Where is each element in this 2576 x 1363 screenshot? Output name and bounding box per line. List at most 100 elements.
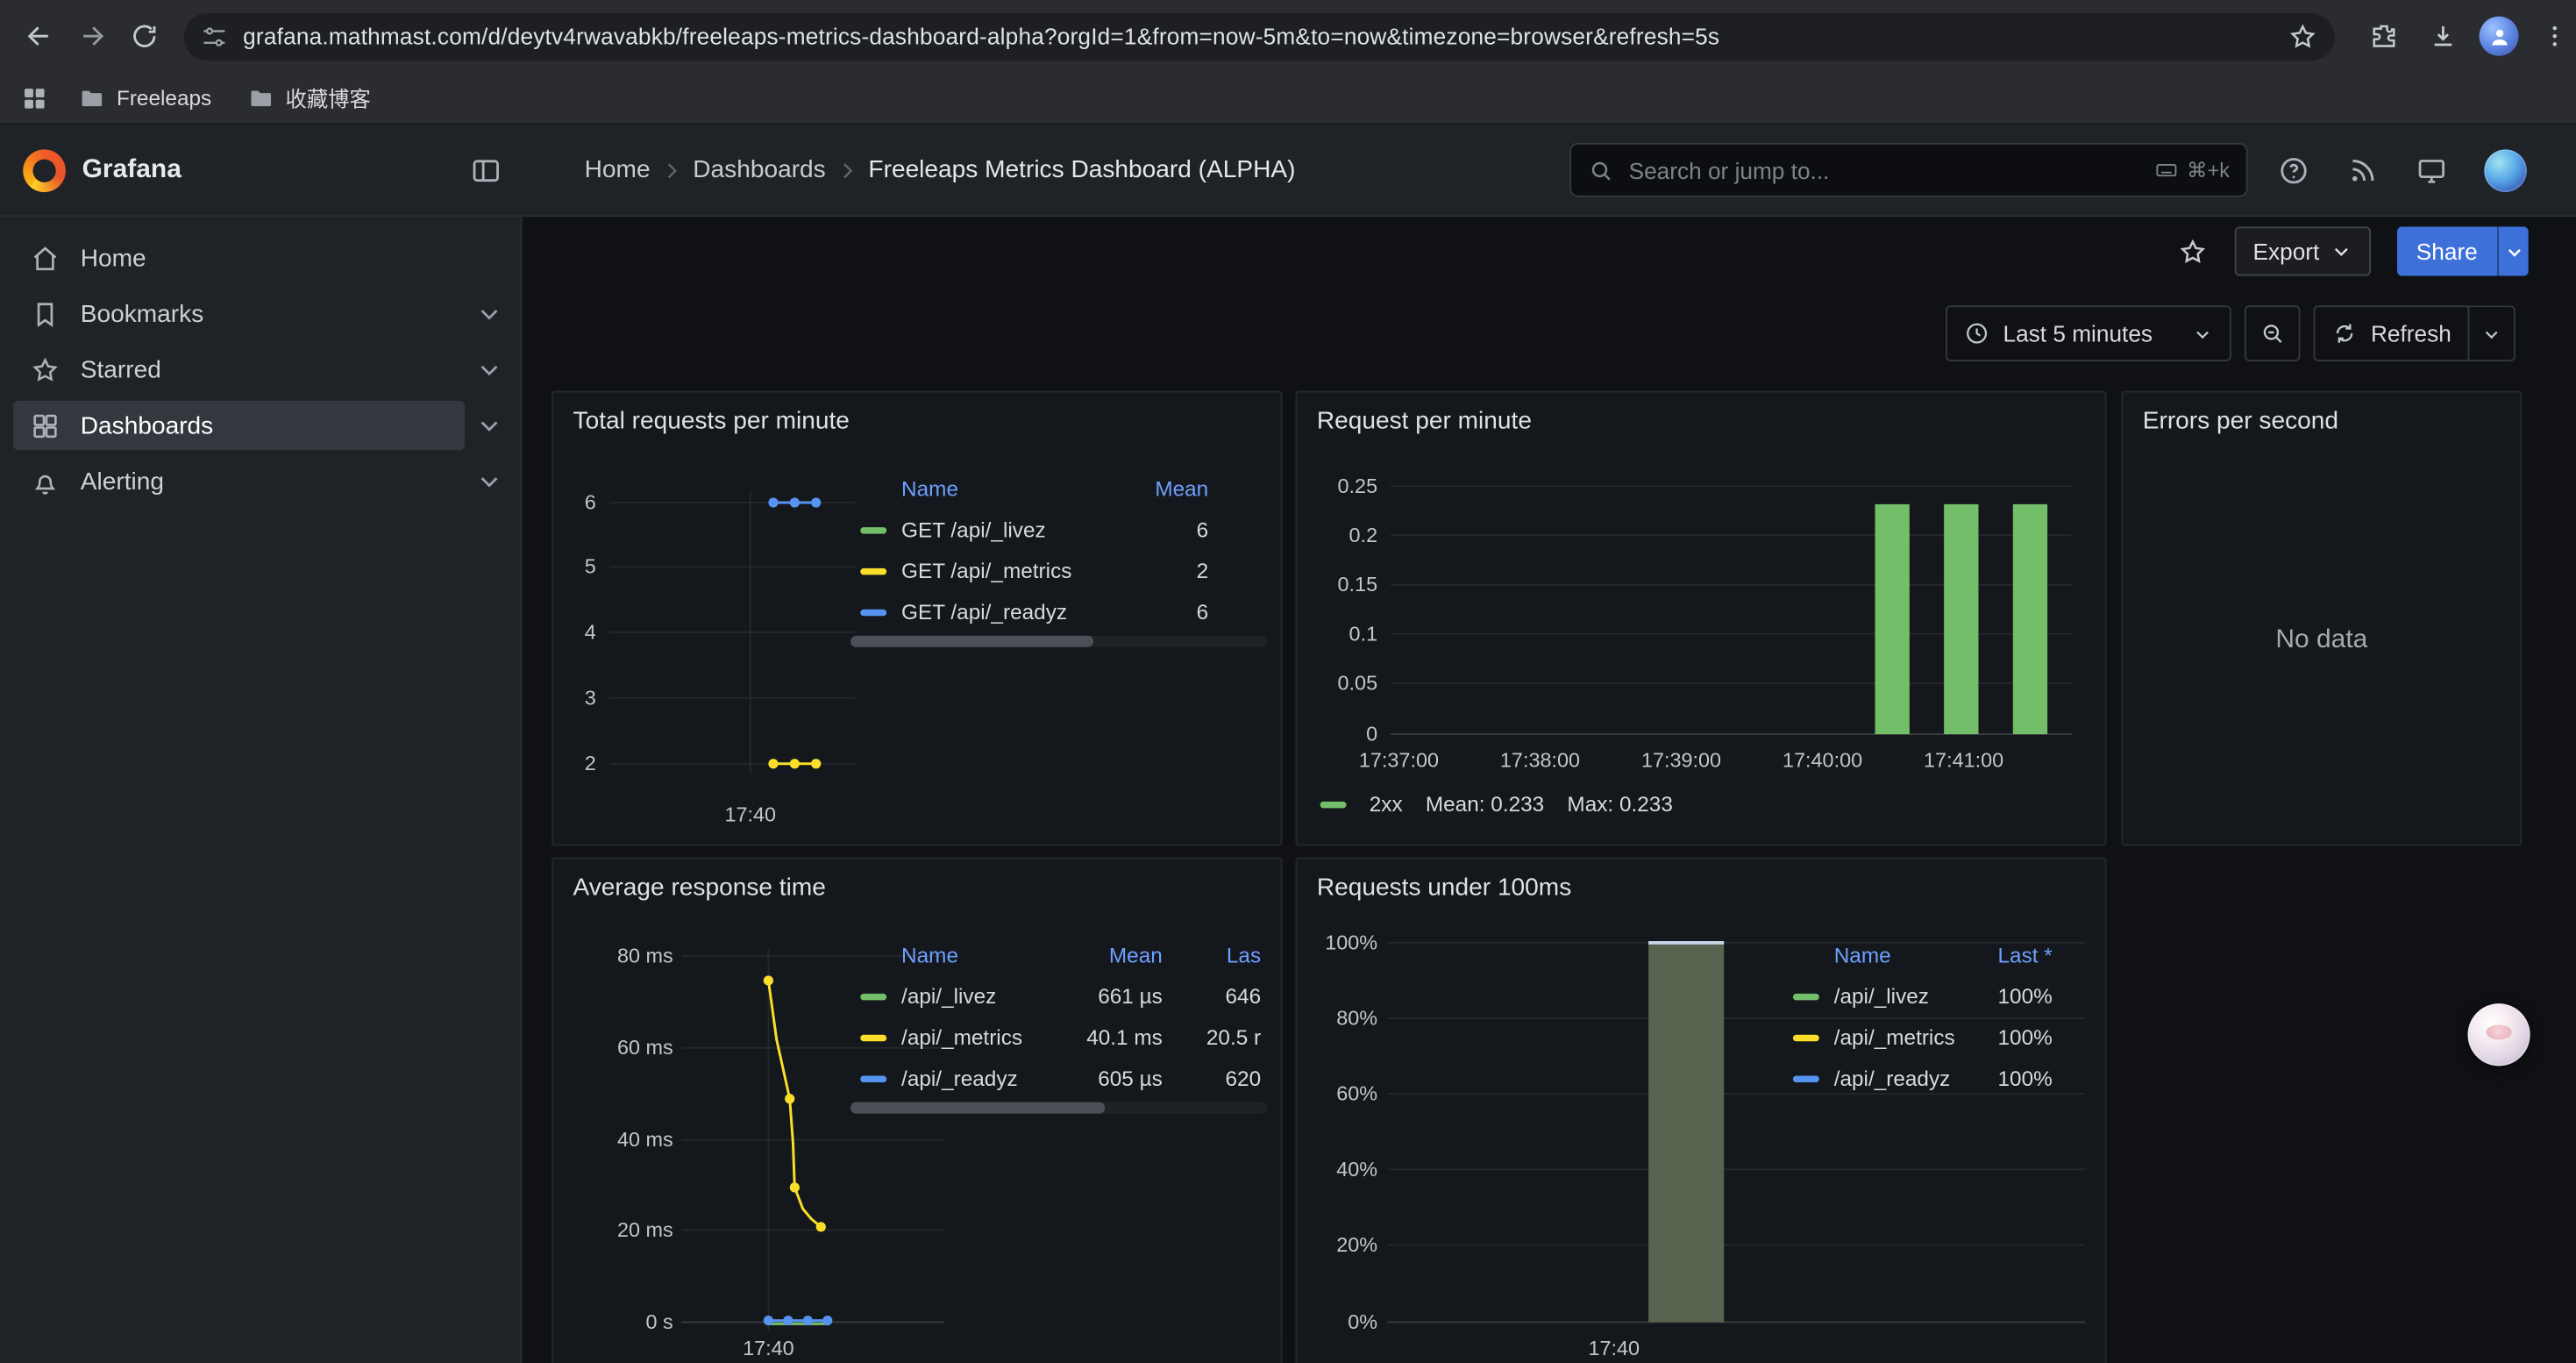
y-tick: 5	[553, 555, 596, 578]
url-text[interactable]: grafana.mathmast.com/d/deytv4rwavabkb/fr…	[243, 23, 2274, 49]
screen: grafana.mathmast.com/d/deytv4rwavabkb/fr…	[0, 0, 2576, 1363]
legend-row[interactable]: /api/_metrics 40.1 ms 20.5 r	[850, 1017, 1268, 1058]
search-shortcut: ⌘+k	[2154, 158, 2230, 182]
search-placeholder: Search or jump to...	[1629, 157, 2154, 183]
series-name[interactable]: /api/_livez	[901, 984, 996, 1009]
panel-legend[interactable]: 2xx Mean: 0.233 Max: 0.233	[1320, 792, 1673, 817]
series-swatch	[1793, 1075, 1819, 1081]
address-bar[interactable]: grafana.mathmast.com/d/deytv4rwavabkb/fr…	[184, 12, 2335, 60]
sidebar-item-alerting[interactable]: Alerting	[0, 453, 521, 510]
legend-row[interactable]: /api/_readyz 605 µs 620	[850, 1058, 1268, 1099]
series-mean: 6	[1110, 517, 1268, 542]
series-swatch	[1793, 993, 1819, 999]
site-info-icon[interactable]	[200, 22, 228, 50]
legend-row[interactable]: /api/_livez 100%	[1783, 975, 2060, 1017]
legend-row[interactable]: GET /api/_readyz 6	[850, 591, 1268, 632]
dashboard-main: Export Share Last 5 minutes	[522, 217, 2576, 1363]
help-icon[interactable]	[2277, 153, 2309, 186]
series-name[interactable]: /api/_livez	[1834, 984, 1929, 1009]
legend-scrollbar[interactable]	[850, 636, 1268, 647]
breadcrumb-dashboards[interactable]: Dashboards	[693, 156, 825, 184]
legend-header-name[interactable]: Name	[850, 475, 1110, 500]
panel-title[interactable]: Request per minute	[1297, 393, 2104, 442]
display-icon[interactable]	[2416, 153, 2448, 186]
y-tick: 0.25	[1297, 475, 1377, 497]
apps-grid-icon[interactable]	[19, 83, 49, 113]
chevron-down-icon[interactable]	[474, 467, 504, 496]
floating-assistant-avatar[interactable]	[2468, 1003, 2530, 1066]
back-button[interactable]	[17, 13, 62, 59]
star-icon	[30, 354, 61, 386]
series-name[interactable]: GET /api/_livez	[901, 517, 1046, 542]
reload-icon	[130, 21, 160, 51]
x-tick: 17:41:00	[1906, 749, 2021, 772]
search-input[interactable]: Search or jump to... ⌘+k	[1569, 143, 2247, 197]
legend-row[interactable]: /api/_readyz 100%	[1783, 1058, 2060, 1099]
rss-icon[interactable]	[2346, 153, 2379, 186]
legend-scrollbar[interactable]	[850, 1103, 1268, 1114]
legend-header-last[interactable]: Las	[1163, 942, 1268, 967]
legend-header-name[interactable]: Name	[1783, 942, 1960, 967]
y-tick: 0.1	[1297, 623, 1377, 646]
series-name[interactable]: /api/_readyz	[901, 1066, 1018, 1090]
sidebar-collapse-icon[interactable]	[470, 153, 502, 186]
sidebar-item-bookmarks[interactable]: Bookmarks	[0, 286, 521, 342]
time-range-label: Last 5 minutes	[2003, 320, 2179, 346]
browser-profile-avatar[interactable]	[2480, 17, 2519, 56]
extensions-button[interactable]	[2361, 13, 2407, 59]
downloads-button[interactable]	[2420, 13, 2466, 59]
chevron-down-icon	[2330, 239, 2352, 262]
legend-header-name[interactable]: Name	[850, 942, 1048, 967]
grafana-user-avatar[interactable]	[2484, 148, 2527, 191]
export-button[interactable]: Export	[2235, 226, 2370, 275]
grafana-brand: Grafana	[0, 125, 522, 215]
chevron-down-icon[interactable]	[474, 354, 504, 384]
legend-header-last[interactable]: Last *	[1960, 942, 2059, 967]
legend-header-mean[interactable]: Mean	[1110, 475, 1268, 500]
x-tick: 17:37:00	[1341, 749, 1456, 772]
line-chart	[609, 491, 856, 787]
series-name[interactable]: GET /api/_readyz	[901, 599, 1067, 624]
bookmark-folder-blogs[interactable]: 收藏博客	[234, 77, 383, 118]
panel-title[interactable]: Requests under 100ms	[1297, 859, 2104, 908]
refresh-button[interactable]: Refresh	[2313, 305, 2469, 361]
panel-title[interactable]: Total requests per minute	[553, 393, 1281, 442]
forward-button[interactable]	[69, 13, 115, 59]
grafana-logo[interactable]	[23, 148, 66, 191]
panel-title[interactable]: Errors per second	[2123, 393, 2520, 442]
series-name[interactable]: GET /api/_metrics	[901, 559, 1071, 583]
series-name[interactable]: 2xx	[1370, 792, 1403, 817]
series-name[interactable]: /api/_metrics	[1834, 1025, 1955, 1050]
legend-header-mean[interactable]: Mean	[1048, 942, 1163, 967]
refresh-interval-button[interactable]	[2469, 305, 2515, 361]
sidebar-item-dashboards[interactable]: Dashboards	[0, 397, 521, 453]
bookmark-folder-freeleaps[interactable]: Freeleaps	[66, 80, 224, 116]
sidebar-item-starred[interactable]: Starred	[0, 342, 521, 398]
share-button[interactable]: Share	[2396, 226, 2497, 275]
folder-icon	[247, 84, 274, 111]
sidebar-item-home[interactable]: Home	[0, 230, 521, 286]
series-name[interactable]: /api/_readyz	[1834, 1066, 1951, 1090]
chevron-down-icon[interactable]	[474, 410, 504, 440]
panel-requests-under-100ms: Requests under 100ms 100% 80% 60% 40% 20…	[1295, 857, 2106, 1363]
series-name[interactable]: /api/_metrics	[901, 1025, 1022, 1050]
bookmark-star-icon[interactable]	[2288, 20, 2319, 52]
reload-button[interactable]	[122, 13, 167, 59]
legend-row[interactable]: /api/_livez 661 µs 646	[850, 975, 1268, 1017]
chevron-down-icon[interactable]	[474, 299, 504, 329]
y-tick: 20 ms	[553, 1218, 673, 1241]
breadcrumb-home[interactable]: Home	[585, 156, 651, 184]
legend-row[interactable]: GET /api/_livez 6	[850, 510, 1268, 551]
series-swatch	[860, 1075, 886, 1081]
favorite-dashboard-button[interactable]	[2177, 236, 2209, 268]
share-menu-button[interactable]	[2497, 226, 2529, 275]
panel-legend: Name Last * /api/_livez 100% /api/_metri…	[1783, 933, 2060, 1099]
panel-title[interactable]: Average response time	[553, 859, 1281, 908]
extensions-puzzle-icon	[2369, 21, 2399, 51]
browser-menu-button[interactable]	[2532, 13, 2576, 59]
legend-row[interactable]: GET /api/_metrics 2	[850, 550, 1268, 591]
series-metrics	[768, 759, 821, 768]
zoom-out-button[interactable]	[2245, 305, 2301, 361]
time-range-picker[interactable]: Last 5 minutes	[1946, 305, 2231, 361]
legend-row[interactable]: /api/_metrics 100%	[1783, 1017, 2060, 1058]
